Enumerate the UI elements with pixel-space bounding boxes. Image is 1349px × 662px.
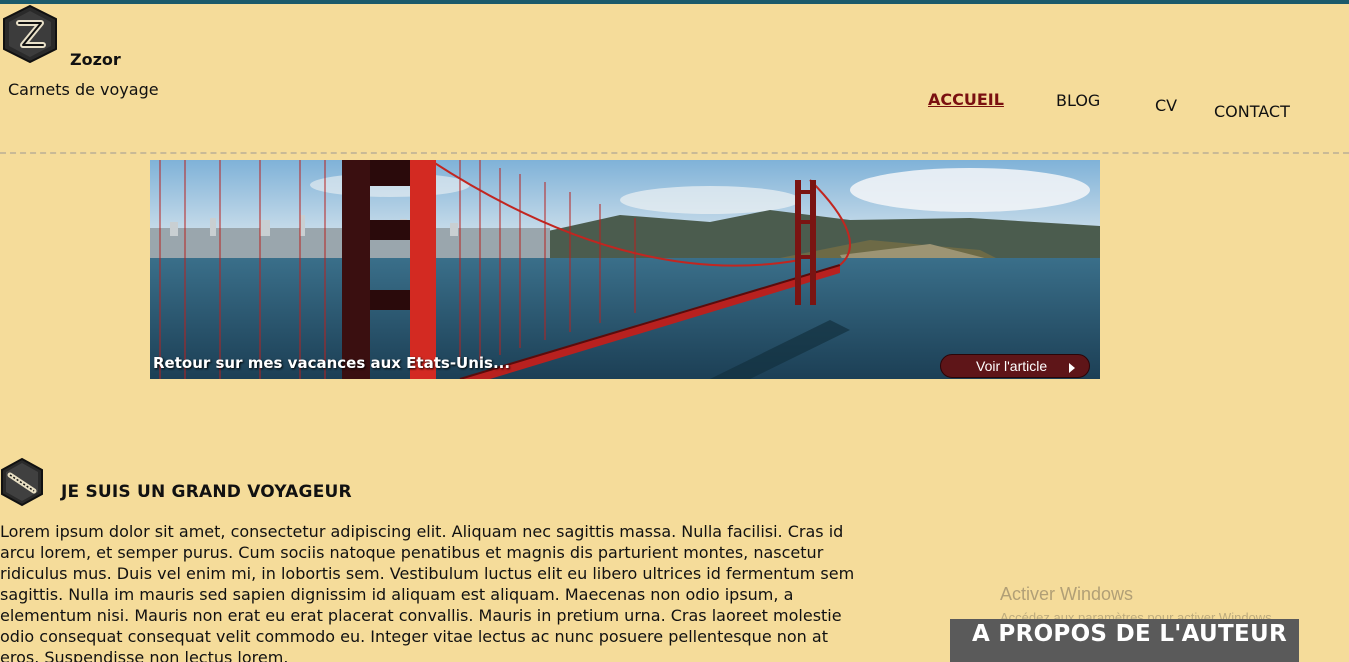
golden-gate-bridge-photo [150, 160, 1100, 379]
windows-activation-title: Activer Windows [1000, 584, 1134, 604]
top-strip [0, 0, 1349, 4]
read-article-label: Voir l'article [976, 358, 1048, 374]
nav-item-blog[interactable]: BLOG [1056, 91, 1100, 110]
arrow-right-icon [1069, 363, 1075, 373]
site-tagline: Carnets de voyage [8, 80, 159, 99]
nav-item-cv[interactable]: CV [1155, 96, 1177, 115]
read-article-button[interactable]: Voir l'article [940, 354, 1090, 378]
banner: Retour sur mes vacances aux Etats-Unis..… [150, 160, 1100, 379]
banner-caption: Retour sur mes vacances aux Etats-Unis..… [153, 354, 511, 372]
section-title: JE SUIS UN GRAND VOYAGEUR [61, 482, 352, 502]
zozor-logo-icon[interactable] [1, 4, 59, 64]
site-name: Zozor [70, 50, 121, 69]
header-divider [0, 152, 1349, 154]
nav-item-contact[interactable]: CONTACT [1214, 102, 1290, 121]
nav-item-accueil[interactable]: ACCUEIL [928, 90, 1004, 109]
ticket-icon [0, 457, 44, 507]
section-body: Lorem ipsum dolor sit amet, consectetur … [0, 522, 855, 662]
about-author-heading: A PROPOS DE L'AUTEUR [950, 619, 1299, 662]
